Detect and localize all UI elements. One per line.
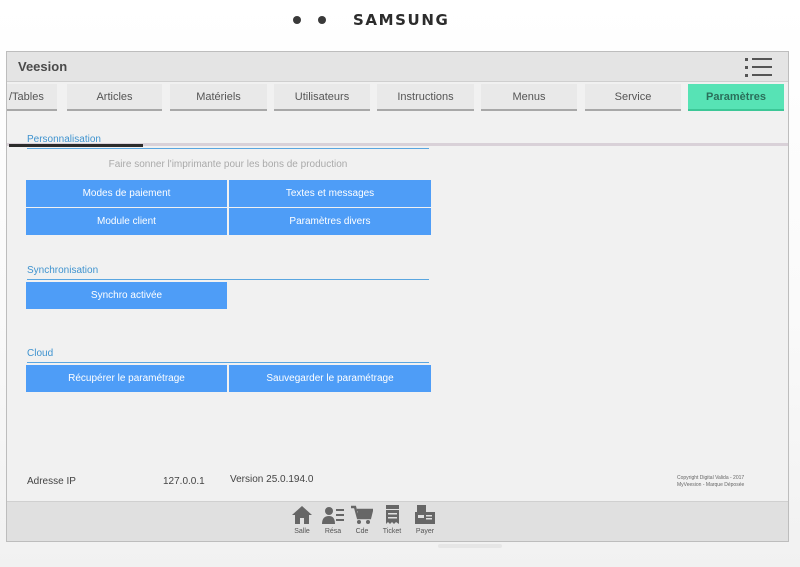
nav-label: Ticket xyxy=(382,528,402,535)
tab-materiels[interactable]: Matériels xyxy=(170,84,267,111)
ip-address-label: Adresse IP xyxy=(27,476,76,487)
nav-salle[interactable]: Salle xyxy=(288,502,316,542)
copyright-notice: Copyright Digital Valida - 2017 MyVeesio… xyxy=(677,475,744,488)
section-divider xyxy=(27,148,429,149)
bottom-navigation: Salle Résa Cde Ticket Payer xyxy=(7,501,788,541)
trademark-line: MyVeesion - Marque Déposée xyxy=(677,481,745,488)
cart-icon xyxy=(351,505,373,524)
device-brand-logo: SAMSUNG xyxy=(353,11,450,29)
printer-ring-option[interactable]: Faire sonner l'imprimante pour les bons … xyxy=(27,159,429,170)
section-title-synchronisation: Synchronisation xyxy=(27,265,99,276)
texts-messages-button[interactable]: Textes et messages xyxy=(229,180,431,207)
nav-label: Payer xyxy=(415,528,435,535)
nav-resa[interactable]: Résa xyxy=(319,502,347,542)
misc-settings-button[interactable]: Paramètres divers xyxy=(229,208,431,235)
tab-tables[interactable]: /Tables xyxy=(7,84,57,111)
copyright-line: Copyright Digital Valida - 2017 xyxy=(677,475,745,481)
tab-bar: /Tables Articles Matériels Utilisateurs … xyxy=(7,82,788,147)
hamburger-menu-icon[interactable] xyxy=(745,55,773,79)
ticket-icon xyxy=(386,505,399,524)
save-settings-button[interactable]: Sauvegarder le paramétrage xyxy=(229,365,431,392)
tab-service[interactable]: Service xyxy=(585,84,681,111)
payment-modes-button[interactable]: Modes de paiement xyxy=(26,180,227,207)
ip-address-value: 127.0.0.1 xyxy=(163,476,205,487)
section-title-cloud: Cloud xyxy=(27,348,54,359)
nav-cde[interactable]: Cde xyxy=(348,502,376,542)
app-title: Veesion xyxy=(18,59,68,74)
restore-settings-button[interactable]: Récupérer le paramétrage xyxy=(26,365,227,392)
tab-parametres[interactable]: Paramètres xyxy=(688,84,784,111)
tab-articles[interactable]: Articles xyxy=(67,84,162,111)
home-icon xyxy=(292,506,312,524)
nav-label: Résa xyxy=(324,528,342,535)
nav-ticket[interactable]: Ticket xyxy=(377,502,407,542)
app-window: Veesion /Tables Articles Matériels Utili… xyxy=(6,51,789,542)
settings-content: Personnalisation Faire sonner l'impriman… xyxy=(7,117,788,501)
version-text: Version 25.0.194.0 xyxy=(230,474,314,485)
nav-label: Cde xyxy=(355,528,369,535)
tab-instructions[interactable]: Instructions xyxy=(377,84,474,111)
tab-utilisateurs[interactable]: Utilisateurs xyxy=(274,84,370,111)
nav-payer[interactable]: Payer xyxy=(411,502,439,542)
section-title-personnalisation: Personnalisation xyxy=(27,134,101,145)
device-home-indicator xyxy=(438,544,502,548)
title-bar: Veesion xyxy=(7,52,788,82)
section-divider xyxy=(27,279,429,280)
camera-lens-icon xyxy=(318,16,326,24)
sync-toggle-button[interactable]: Synchro activée xyxy=(26,282,227,309)
client-module-button[interactable]: Module client xyxy=(26,208,227,235)
camera-sensor-icon xyxy=(293,16,301,24)
nav-label: Salle xyxy=(294,528,310,535)
payment-terminal-icon xyxy=(415,505,435,524)
tab-menus[interactable]: Menus xyxy=(481,84,577,111)
device-bezel: SAMSUNG xyxy=(0,0,800,48)
reservation-icon xyxy=(322,507,344,524)
section-divider xyxy=(27,362,429,363)
